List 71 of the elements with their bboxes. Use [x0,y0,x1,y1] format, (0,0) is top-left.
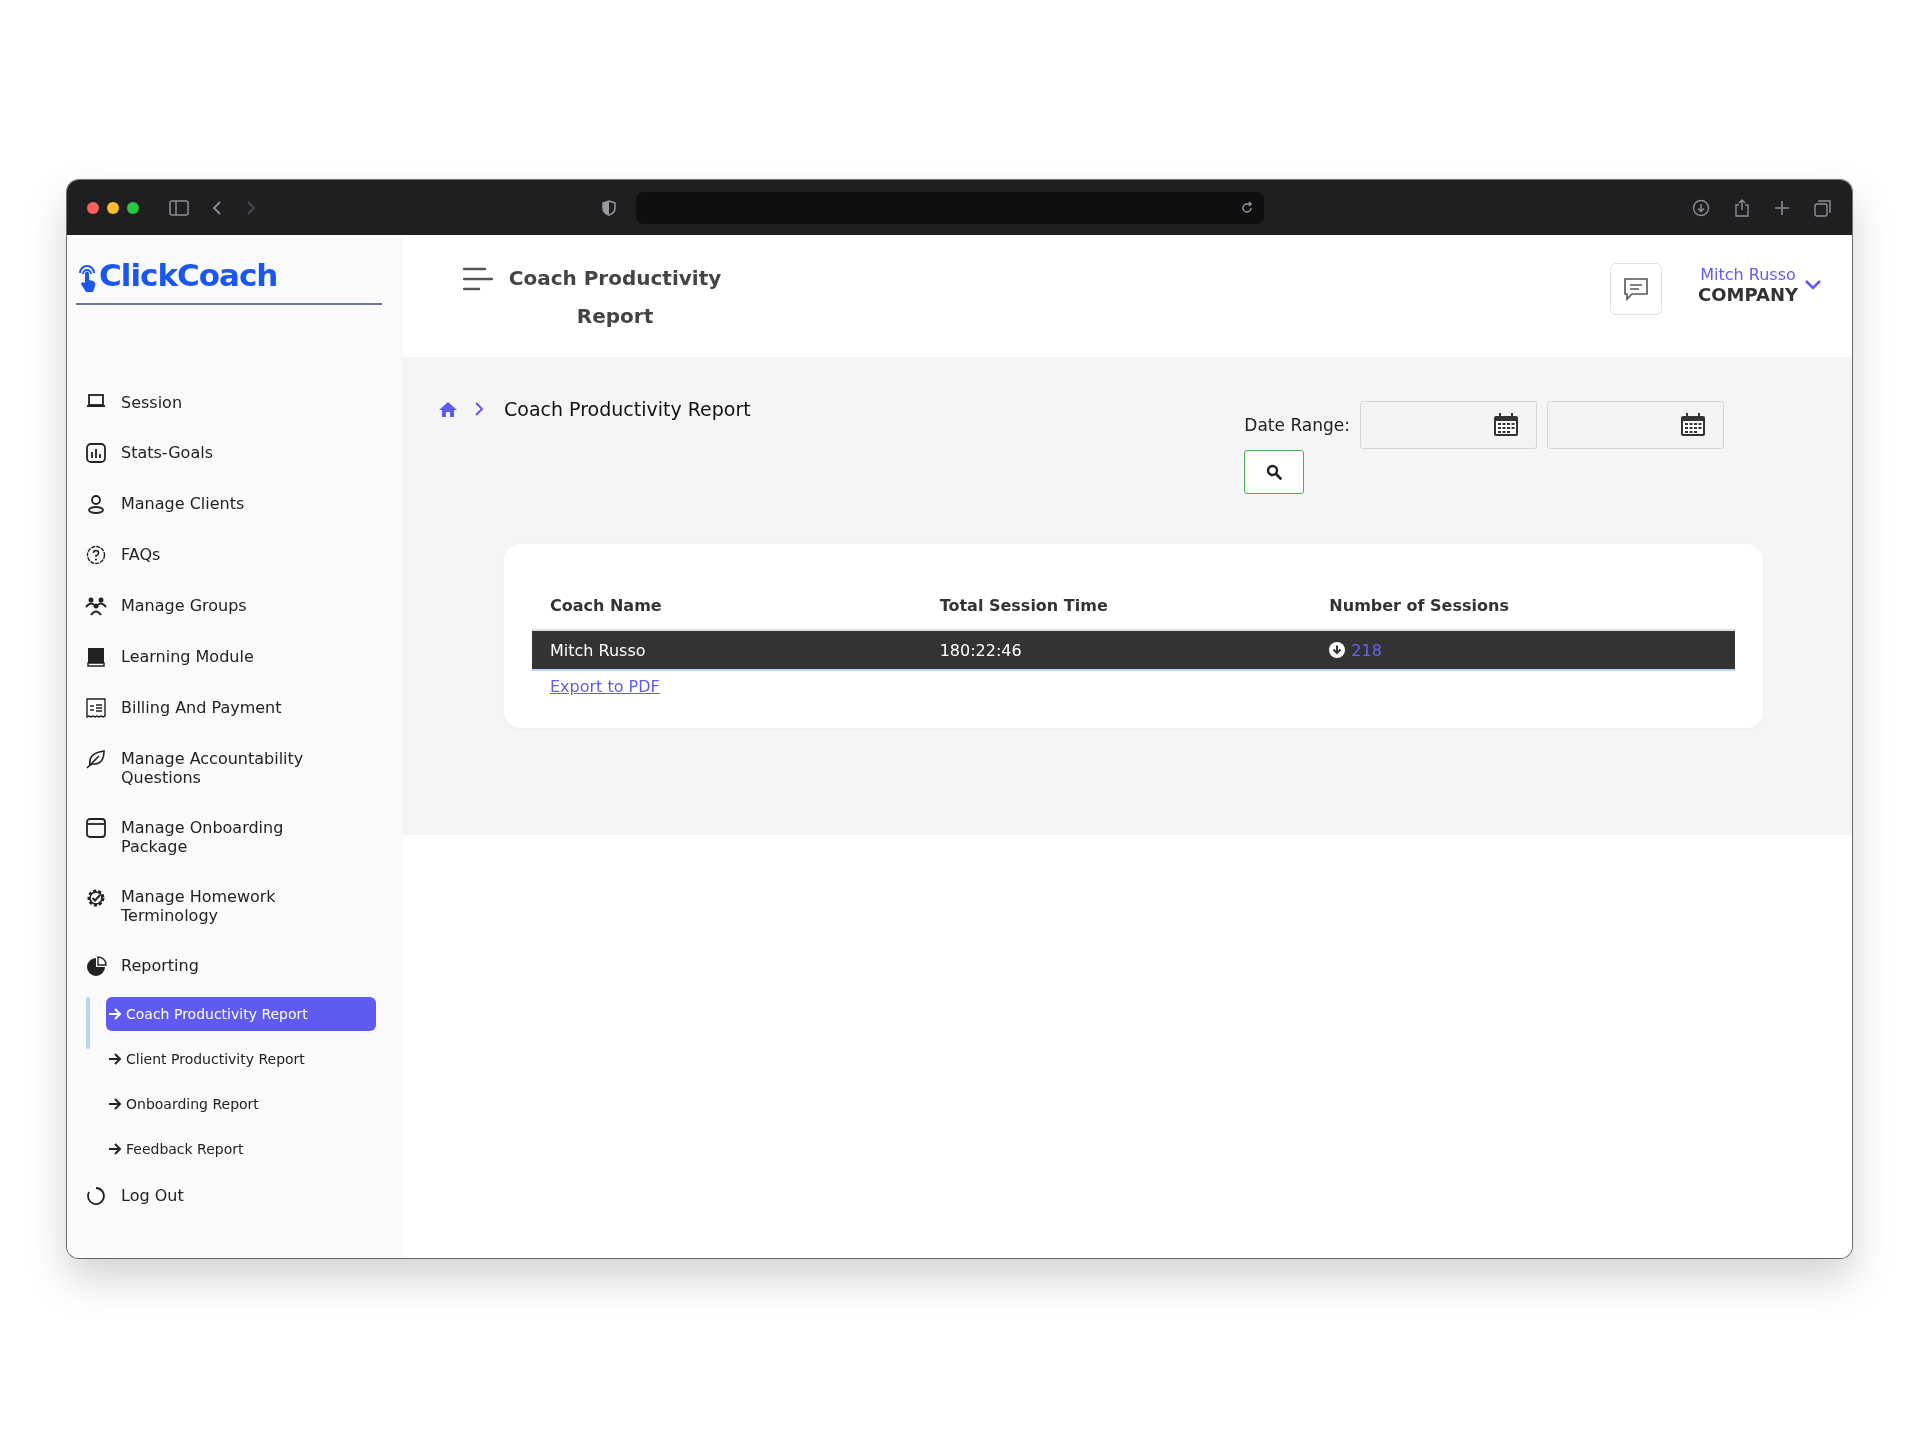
pie-chart-icon [85,956,107,978]
table-cell-text: Mitch Russo [550,640,647,660]
box-icon [86,818,106,838]
sidebar-item[interactable]: Reporting [76,956,383,978]
column-header: Coach Name [550,596,663,615]
sidebar-toggle-icon[interactable] [169,199,189,216]
reload-icon[interactable] [1240,200,1254,215]
user-name: Mitch Russo [1700,265,1796,284]
calendar-icon[interactable] [1493,413,1519,437]
tabs-overview-icon[interactable] [1814,198,1832,217]
chevron-right-icon [474,402,484,416]
receipt-icon [86,698,106,718]
menu-icon[interactable] [463,267,493,291]
close-window-icon[interactable] [87,201,99,214]
date-to-field[interactable] [1547,401,1724,449]
sidebar-item[interactable]: Log Out [76,1186,383,1206]
submenu-item[interactable]: Client Productivity Report [106,1042,376,1076]
logo[interactable]: ClickCoach [99,257,278,293]
gear-check-icon [85,887,107,909]
logout-icon [86,1186,106,1206]
arrow-right-icon [108,1143,122,1155]
search-button[interactable] [1244,450,1305,494]
zoom-window-icon[interactable] [127,201,139,214]
logo-icon [76,263,98,293]
minimize-window-icon[interactable] [107,201,119,214]
sidebar-item[interactable]: Stats-Goals [76,443,383,463]
sidebar-item[interactable]: Learning Module [76,647,383,667]
chat-icon [1623,277,1649,301]
sidebar-item[interactable]: FAQs [76,545,383,565]
sidebar-item[interactable]: Manage Homework Terminology [76,887,383,925]
home-icon[interactable] [438,400,458,418]
chat-button[interactable] [1610,263,1662,315]
bar-chart-icon [86,443,106,463]
sidebar-item[interactable]: Session [76,393,383,412]
group-icon [85,596,107,616]
column-header: Total Session Time [939,596,1109,615]
share-icon[interactable] [1734,197,1750,218]
page-title: Coach Productivity Report [507,265,723,330]
column-header: Number of Sessions [1329,596,1510,615]
arrow-right-icon [108,1008,122,1020]
sidebar-item[interactable]: Billing And Payment [76,698,383,718]
back-icon[interactable] [211,199,223,216]
shield-icon [602,199,616,216]
user-menu[interactable]: Mitch Russo COMPANY [1698,265,1822,305]
search-icon [1266,464,1283,480]
laptop-icon [86,393,106,409]
sidebar-item[interactable]: Manage Onboarding Package [76,818,383,856]
submenu-item[interactable]: Onboarding Report [106,1087,376,1121]
leaf-icon [86,749,106,769]
sidebar-item[interactable]: Manage Clients [76,494,383,514]
book-icon [87,647,105,667]
date-from-field[interactable] [1360,401,1537,449]
download-icon[interactable] [1692,198,1710,217]
submenu-item[interactable]: Coach Productivity Report [106,997,376,1031]
table-row[interactable]: Mitch Russo 180:22:46 218 [532,631,1735,671]
chevron-down-icon [1804,279,1822,291]
breadcrumb-current: Coach Productivity Report [504,398,751,420]
help-icon [86,545,106,565]
sidebar-item[interactable]: Manage Groups [76,596,383,616]
user-icon [87,494,105,514]
date-range-label: Date Range: [1244,415,1350,435]
submenu-item[interactable]: Feedback Report [106,1132,376,1166]
sidebar-item[interactable]: Manage Accountability Questions [76,749,383,787]
arrow-right-icon [108,1053,122,1065]
company-name: COMPANY [1698,284,1798,305]
arrow-right-icon [108,1098,122,1110]
download-icon[interactable] [1329,642,1346,658]
new-tab-icon[interactable] [1774,199,1790,216]
calendar-icon[interactable] [1680,413,1706,437]
table-cell-text: 180:22:46 [939,640,1023,660]
export-pdf-link[interactable]: Export to PDF [550,677,660,696]
